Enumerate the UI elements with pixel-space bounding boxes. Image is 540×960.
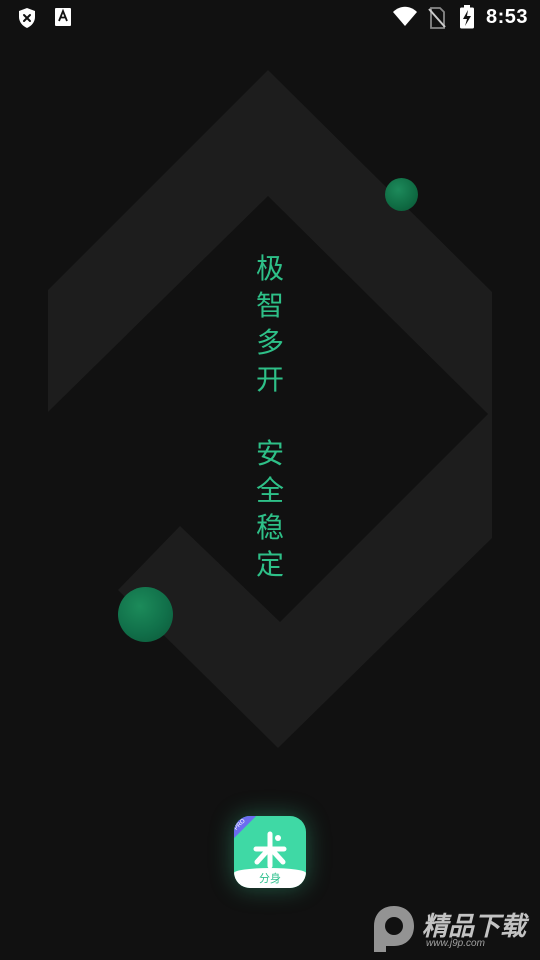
watermark: 精品下载 www.j9p.com	[364, 900, 534, 956]
app-icon-label: 分身	[259, 872, 281, 885]
tagline-char: 安	[255, 437, 284, 470]
tagline-char: 智	[255, 289, 284, 322]
decorative-orb-large	[118, 587, 173, 642]
splash-tagline: 极 智 多 开 安 全 稳 定	[254, 250, 286, 583]
decorative-orb-small	[385, 178, 418, 211]
tagline-char: 全	[255, 474, 284, 507]
tagline-char: 开	[255, 363, 284, 396]
app-logo-icon: PRO 分身	[234, 816, 306, 888]
tagline-char: 多	[255, 326, 284, 359]
watermark-logo-icon	[374, 906, 414, 952]
tagline-char: 定	[255, 548, 284, 581]
tagline-char: 极	[255, 252, 284, 285]
watermark-url: www.j9p.com	[426, 938, 485, 949]
tagline-char: 稳	[255, 511, 284, 544]
